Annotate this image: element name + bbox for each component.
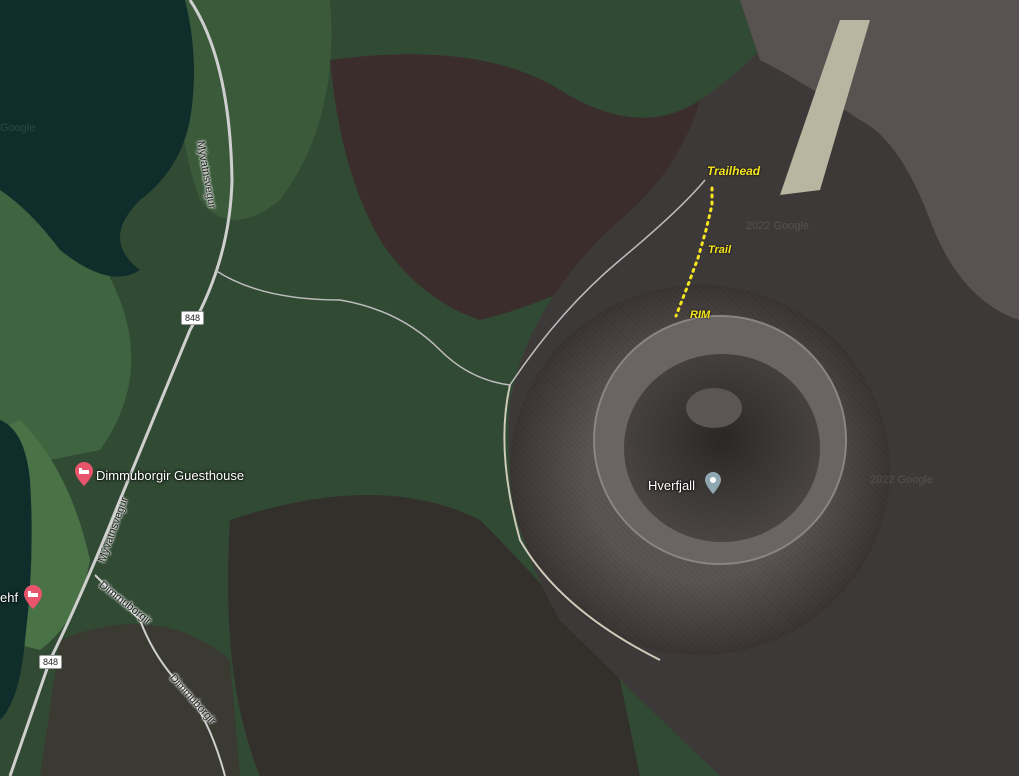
trailhead-annotation: Trailhead bbox=[707, 164, 761, 178]
map-watermark: Google bbox=[0, 122, 36, 134]
route-shield: 848 bbox=[39, 655, 63, 669]
lodging-pin[interactable] bbox=[24, 585, 42, 614]
map-copyright: 2022 Google bbox=[870, 474, 933, 486]
lodging-pin[interactable] bbox=[75, 462, 93, 491]
crater-floor bbox=[624, 354, 820, 542]
satellite-imagery bbox=[0, 0, 1019, 776]
map-pin-icon bbox=[705, 472, 721, 494]
bed-icon bbox=[24, 585, 42, 609]
place-label[interactable]: Hverfjall bbox=[648, 478, 695, 493]
place-label[interactable]: Dimmuborgir Guesthouse bbox=[96, 468, 244, 483]
trail-annotation: Trail bbox=[708, 244, 732, 256]
place-label[interactable]: ehf bbox=[0, 590, 18, 605]
map-view[interactable]: Google 2022 Google 2022 Google Mývatnsve… bbox=[0, 0, 1019, 776]
map-copyright: 2022 Google bbox=[746, 220, 809, 232]
lava-field bbox=[40, 624, 240, 776]
rim-annotation: RIM bbox=[690, 309, 711, 321]
route-shield: 848 bbox=[181, 311, 205, 325]
crater-center bbox=[686, 388, 742, 428]
place-pin[interactable] bbox=[705, 472, 721, 499]
bed-icon bbox=[75, 462, 93, 486]
